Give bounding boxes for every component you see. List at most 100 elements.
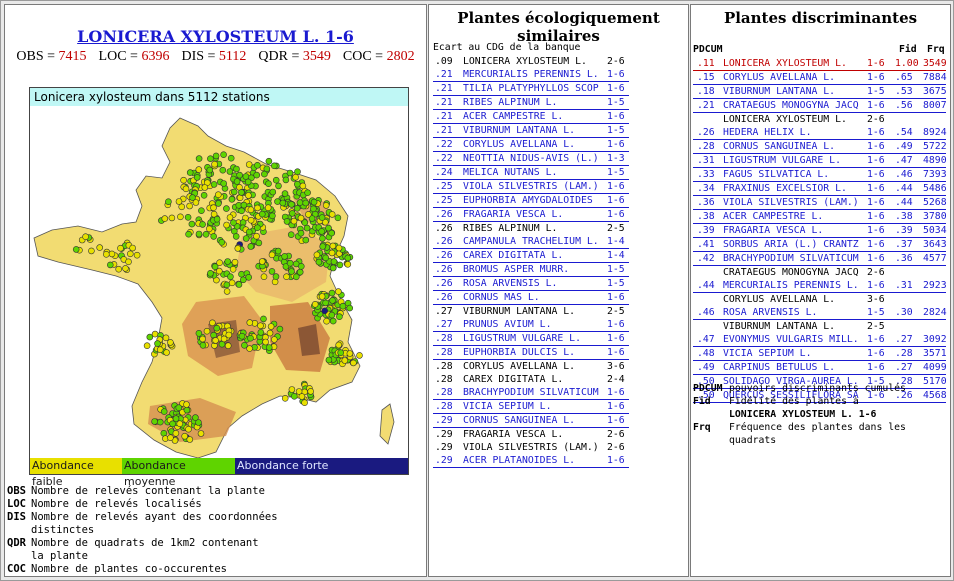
similar-row[interactable]: .21 MERCURIALIS PERENNIS L. 1-6 bbox=[433, 68, 629, 82]
discriminant-row[interactable]: .15 CORYLUS AVELLANA L. 1-6 .65 7884 bbox=[693, 71, 947, 85]
station-dot bbox=[292, 173, 299, 181]
station-dot bbox=[103, 251, 110, 258]
similar-range: 1-6 bbox=[607, 415, 625, 426]
disc-range: 1-6 bbox=[867, 334, 885, 345]
discriminant-row[interactable]: .49 CARPINUS BETULUS L. 1-6 .27 4099 bbox=[693, 361, 947, 375]
discriminant-row[interactable]: .47 EVONYMUS VULGARIS MILL. 1-6 .27 3092 bbox=[693, 333, 947, 347]
station-dot bbox=[293, 205, 301, 212]
similar-row[interactable]: .21 TILIA PLATYPHYLLOS SCOP 1-6 bbox=[433, 82, 629, 96]
similar-row[interactable]: .26 FRAGARIA VESCA L. 1-6 bbox=[433, 208, 629, 222]
discriminant-row[interactable]: .34 FRAXINUS EXCELSIOR L. 1-6 .44 5486 bbox=[693, 182, 947, 196]
similar-row[interactable]: .24 MELICA NUTANS L. 1-5 bbox=[433, 166, 629, 180]
species-title-link[interactable]: LONICERA XYLOSTEUM L. 1-6 bbox=[5, 27, 426, 46]
discriminant-row: CRATAEGUS MONOGYNA JACQ 2-6 bbox=[693, 266, 946, 279]
station-dot bbox=[207, 270, 214, 277]
similar-name: BROMUS ASPER MURR. bbox=[463, 264, 570, 275]
similar-row[interactable]: .29 ACER PLATANOIDES L. 1-6 bbox=[433, 454, 629, 468]
similar-row[interactable]: .28 LIGUSTRUM VULGARE L. 1-6 bbox=[433, 332, 629, 346]
similar-row[interactable]: .22 NEOTTIA NIDUS-AVIS (L.) 1-3 bbox=[433, 152, 629, 166]
france-map bbox=[33, 117, 395, 458]
note-text: LONICERA XYLOSTEUM L. 1-6 bbox=[729, 409, 877, 420]
station-dot bbox=[117, 244, 124, 252]
similar-row[interactable]: .26 CAMPANULA TRACHELIUM L. 1-4 bbox=[433, 235, 629, 249]
discriminant-row[interactable]: .26 HEDERA HELIX L. 1-6 .54 8924 bbox=[693, 126, 947, 140]
station-dot bbox=[299, 182, 307, 190]
discriminant-row[interactable]: .21 CRATAEGUS MONOGYNA JACQ 1-6 .56 8007 bbox=[693, 99, 947, 113]
disc-pdcum: .41 bbox=[697, 239, 715, 250]
similar-row[interactable]: .27 PRUNUS AVIUM L. 1-6 bbox=[433, 318, 629, 332]
station-dot bbox=[246, 228, 253, 236]
station-dot bbox=[96, 244, 103, 251]
discriminant-row[interactable]: .28 CORNUS SANGUINEA L. 1-6 .49 5722 bbox=[693, 140, 947, 154]
station-dot bbox=[258, 258, 266, 265]
disc-frq: 7393 bbox=[923, 169, 947, 180]
station-dot bbox=[181, 432, 188, 440]
similar-range: 2-5 bbox=[607, 223, 625, 234]
definition-row: QDR Nombre de quadrats de 1km2 contenant bbox=[5, 537, 426, 550]
similar-row[interactable]: .26 ROSA ARVENSIS L. 1-5 bbox=[433, 277, 629, 291]
discriminant-heading: Plantes discriminantes bbox=[723, 9, 918, 27]
discriminant-row[interactable]: .18 VIBURNUM LANTANA L. 1-5 .53 3675 bbox=[693, 85, 947, 99]
note-row: Fid Fidélité des plantes à bbox=[693, 395, 946, 408]
disc-frq: 4890 bbox=[923, 155, 947, 166]
similar-name: LONICERA XYLOSTEUM L. bbox=[463, 56, 587, 67]
station-dot bbox=[276, 325, 284, 333]
station-dot bbox=[281, 394, 289, 402]
disc-range: 1-6 bbox=[867, 280, 885, 291]
similar-row[interactable]: .22 CORYLUS AVELLANA L. 1-6 bbox=[433, 138, 629, 152]
similar-row[interactable]: .26 CAREX DIGITATA L. 1-4 bbox=[433, 249, 629, 263]
similar-row: .26 RIBES ALPINUM L. 2-5 bbox=[433, 222, 629, 235]
similar-row[interactable]: .21 RIBES ALPINUM L. 1-5 bbox=[433, 96, 629, 110]
stat-key: DIS bbox=[181, 49, 205, 64]
station-dot bbox=[212, 152, 220, 160]
disc-frq: 2923 bbox=[923, 280, 947, 291]
station-dot bbox=[238, 332, 246, 340]
discriminant-row[interactable]: .11 LONICERA XYLOSTEUM L. 1-6 1.00 3549 bbox=[693, 57, 947, 71]
discriminant-row[interactable]: .46 ROSA ARVENSIS L. 1-5 .30 2824 bbox=[693, 306, 947, 320]
similar-row[interactable]: .28 EUPHORBIA DULCIS L. 1-6 bbox=[433, 346, 629, 360]
discriminant-notes: PDCUM pouvoirs discriminants cumulés Fid Fi… bbox=[693, 382, 946, 447]
station-dot bbox=[257, 329, 265, 336]
similar-row[interactable]: .25 EUPHORBIA AMYGDALOIDES 1-6 bbox=[433, 194, 629, 208]
similar-row[interactable]: .26 CORNUS MAS L. 1-6 bbox=[433, 291, 629, 305]
similar-row[interactable]: .29 CORNUS SANGUINEA L. 1-6 bbox=[433, 414, 629, 428]
discriminant-row[interactable]: .39 FRAGARIA VESCA L. 1-6 .39 5034 bbox=[693, 224, 947, 238]
station-dot bbox=[122, 265, 129, 272]
disc-fid: .49 bbox=[895, 141, 913, 152]
similar-row[interactable]: .26 BROMUS ASPER MURR. 1-5 bbox=[433, 263, 629, 277]
similar-row[interactable]: .21 VIBURNUM LANTANA L. 1-5 bbox=[433, 124, 629, 138]
station-dot bbox=[198, 207, 205, 214]
similar-row[interactable]: .25 VIOLA SILVESTRIS (LAM.) 1-6 bbox=[433, 180, 629, 194]
disc-range: 1-6 bbox=[867, 197, 885, 208]
station-dot bbox=[72, 246, 80, 253]
similar-row[interactable]: .28 VICIA SEPIUM L. 1-6 bbox=[433, 400, 629, 414]
disc-frq: 3643 bbox=[923, 239, 947, 250]
station-dot bbox=[265, 180, 272, 187]
similar-range: 1-3 bbox=[607, 153, 625, 164]
discriminant-row[interactable]: .36 VIOLA SILVESTRIS (LAM.) 1-6 .44 5268 bbox=[693, 196, 947, 210]
stat-value: 3549 bbox=[302, 49, 331, 64]
discriminant-row[interactable]: .48 VICIA SEPIUM L. 1-6 .28 3571 bbox=[693, 347, 947, 361]
discriminant-list: .11 LONICERA XYLOSTEUM L. 1-6 1.00 3549 .15 CO… bbox=[693, 57, 947, 403]
station-dot bbox=[254, 204, 261, 212]
disc-name: CRATAEGUS MONOGYNA JACQ bbox=[723, 267, 859, 278]
disc-name: MERCURIALIS PERENNIS L. bbox=[723, 280, 859, 291]
disc-pdcum: .33 bbox=[697, 169, 715, 180]
legend-item: Abondance forte bbox=[235, 458, 408, 474]
discriminant-row: LONICERA XYLOSTEUM L. 2-6 bbox=[693, 113, 946, 126]
station-dot bbox=[211, 160, 218, 168]
station-dot bbox=[188, 220, 196, 228]
similar-range: 1-6 bbox=[607, 319, 625, 330]
similar-row[interactable]: .28 BRACHYPODIUM SILVATICUM 1-6 bbox=[433, 386, 629, 400]
discriminant-row[interactable]: .33 FAGUS SILVATICA L. 1-6 .46 7393 bbox=[693, 168, 947, 182]
similar-range: 1-6 bbox=[607, 387, 625, 398]
discriminant-row[interactable]: .41 SORBUS ARIA (L.) CRANTZ 1-6 .37 3643 bbox=[693, 238, 947, 252]
discriminant-row[interactable]: .42 BRACHYPODIUM SILVATICUM 1-6 .36 4577 bbox=[693, 252, 947, 266]
discriminant-row[interactable]: .38 ACER CAMPESTRE L. 1-6 .38 3780 bbox=[693, 210, 947, 224]
station-dot bbox=[241, 342, 248, 349]
similar-row[interactable]: .21 ACER CAMPESTRE L. 1-6 bbox=[433, 110, 629, 124]
discriminant-row[interactable]: .31 LIGUSTRUM VULGARE L. 1-6 .47 4890 bbox=[693, 154, 947, 168]
station-dot bbox=[186, 169, 194, 176]
discriminant-row[interactable]: .44 MERCURIALIS PERENNIS L. 1-6 .31 2923 bbox=[693, 279, 947, 293]
station-dot bbox=[223, 221, 230, 229]
